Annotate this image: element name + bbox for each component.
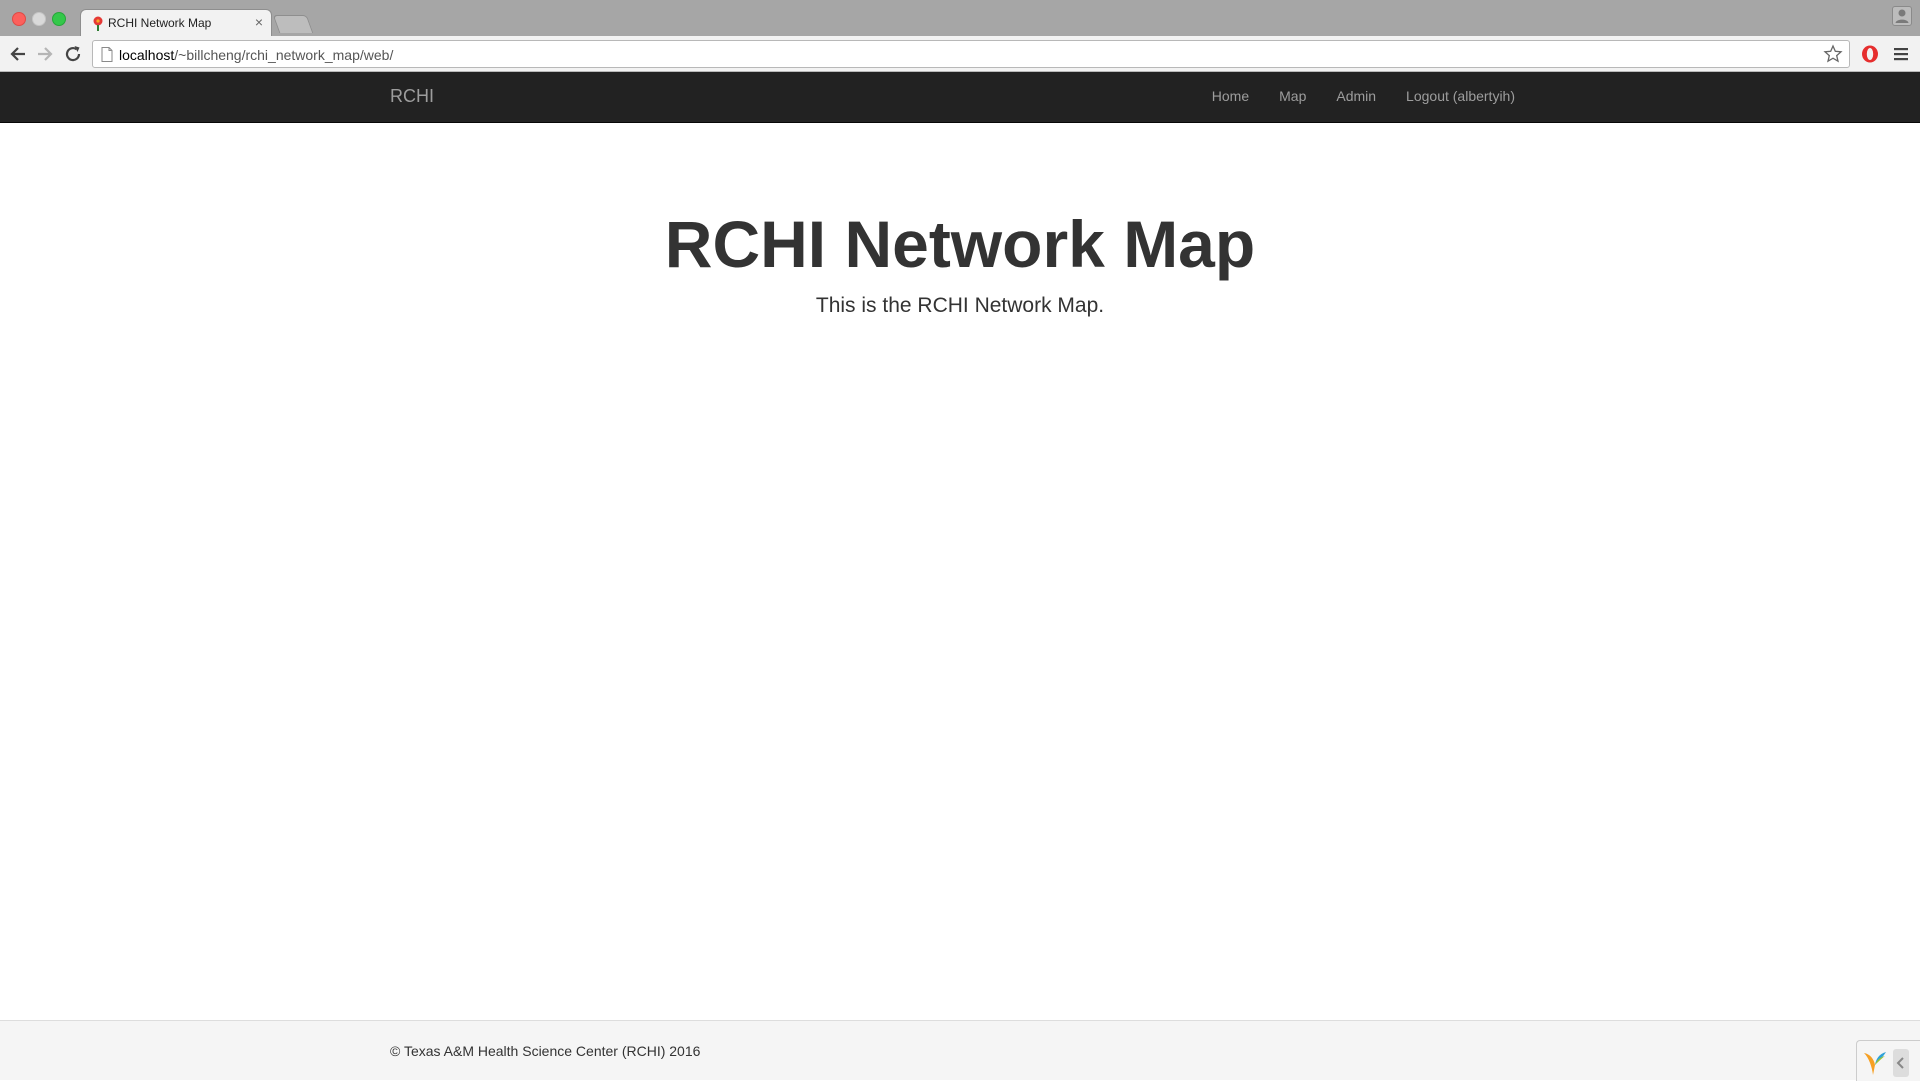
- close-window-button[interactable]: [12, 12, 26, 26]
- jumbotron: RCHI Network Map This is the RCHI Networ…: [0, 200, 1920, 318]
- minimize-window-button[interactable]: [32, 12, 46, 26]
- person-icon: [1895, 9, 1909, 23]
- nav-link-home[interactable]: Home: [1197, 72, 1264, 122]
- footer: © Texas A&M Health Science Center (RCHI)…: [0, 1020, 1920, 1081]
- address-bar[interactable]: localhost/~billcheng/rchi_network_map/we…: [92, 40, 1850, 68]
- debug-toggle-button[interactable]: [1893, 1049, 1909, 1077]
- nav-link-logout[interactable]: Logout (albertyih): [1391, 72, 1530, 122]
- url-host: localhost: [119, 47, 175, 63]
- page-title: RCHI Network Map: [664, 207, 1256, 281]
- bookmark-star-icon[interactable]: [1823, 44, 1843, 64]
- nav-link-admin[interactable]: Admin: [1321, 72, 1391, 122]
- nav-links: Home Map Admin Logout (albertyih): [1197, 72, 1530, 122]
- pin-icon: [93, 16, 103, 31]
- browser-tab[interactable]: RCHI Network Map ×: [80, 9, 272, 36]
- yii-logo-icon[interactable]: [1861, 1049, 1889, 1077]
- copyright-text: © Texas A&M Health Science Center (RCHI)…: [390, 1043, 701, 1059]
- page-icon: [101, 47, 113, 62]
- tab-close-icon[interactable]: ×: [255, 14, 263, 30]
- maximize-window-button[interactable]: [52, 12, 66, 26]
- debug-toolbar[interactable]: [1856, 1040, 1920, 1081]
- browser-tab-strip: RCHI Network Map ×: [0, 0, 1920, 36]
- url-text: localhost/~billcheng/rchi_network_map/we…: [119, 47, 393, 63]
- tab-title: RCHI Network Map: [108, 16, 212, 30]
- brand-link[interactable]: RCHI: [390, 86, 434, 107]
- lead-text: This is the RCHI Network Map.: [815, 294, 1105, 317]
- profile-icon[interactable]: [1892, 6, 1912, 26]
- menu-icon[interactable]: [1892, 45, 1910, 63]
- browser-toolbar: localhost/~billcheng/rchi_network_map/we…: [0, 36, 1920, 72]
- new-tab-icon[interactable]: [272, 15, 314, 33]
- forward-arrow-icon[interactable]: [33, 42, 57, 66]
- nav-link-map[interactable]: Map: [1264, 72, 1321, 122]
- reload-icon[interactable]: [61, 42, 85, 66]
- opera-extension-icon[interactable]: [1860, 44, 1880, 64]
- url-path: /~billcheng/rchi_network_map/web/: [174, 47, 394, 63]
- back-arrow-icon[interactable]: [6, 42, 30, 66]
- chevron-left-icon: [1896, 1057, 1904, 1069]
- site-navbar: RCHI Home Map Admin Logout (albertyih): [0, 72, 1920, 123]
